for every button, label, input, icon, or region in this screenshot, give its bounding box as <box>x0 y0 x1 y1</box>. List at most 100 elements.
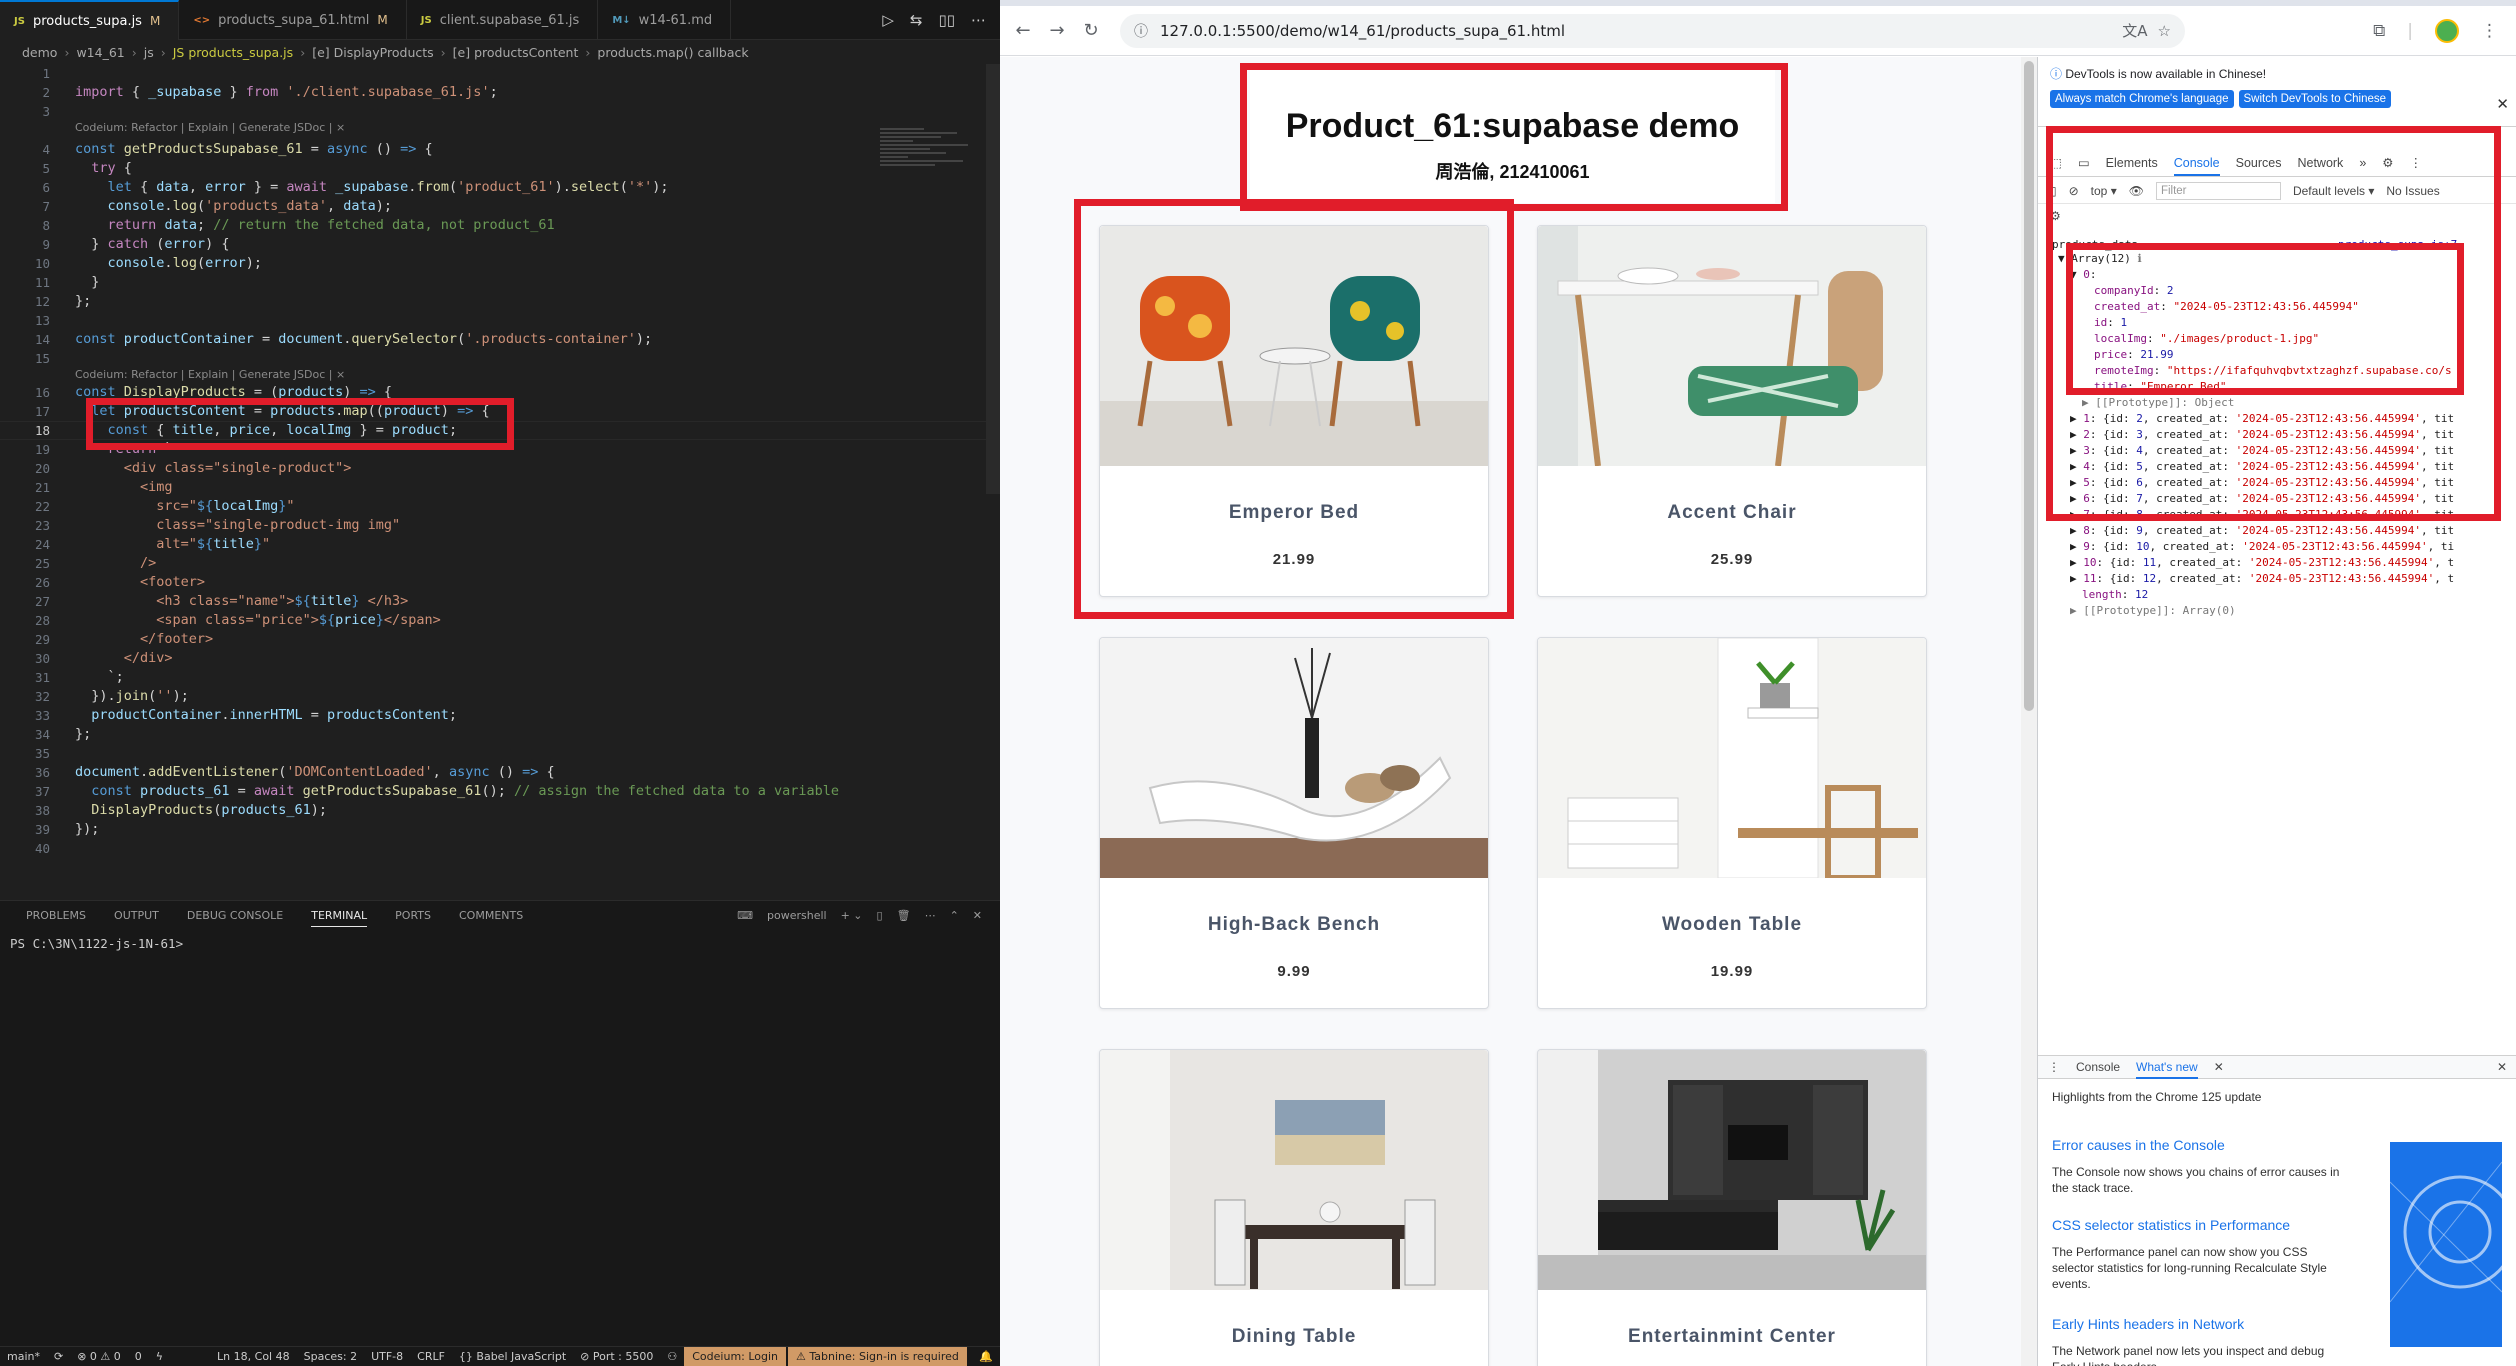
gear-icon[interactable]: ⚙ <box>2382 155 2393 170</box>
codeium-status[interactable]: Codeium: Login <box>684 1346 787 1366</box>
reload-icon[interactable]: ↻ <box>1074 20 1108 41</box>
forward-icon[interactable]: → <box>1040 20 1074 41</box>
tab-debug-console[interactable]: DEBUG CONSOLE <box>187 909 283 922</box>
tab-comments[interactable]: COMMENTS <box>459 909 523 922</box>
bookmark-star-icon[interactable]: ☆ <box>2158 22 2171 40</box>
terminal-shell-label[interactable]: powershell <box>767 909 827 922</box>
breadcrumb-item[interactable]: products.map() callback <box>597 45 748 60</box>
more-icon[interactable]: ⋯ <box>925 909 936 922</box>
close-tab-icon[interactable]: ✕ <box>2214 1060 2224 1074</box>
product-card[interactable]: Entertainmint Center <box>1537 1049 1927 1366</box>
breadcrumb-item[interactable]: js <box>144 45 154 60</box>
device-toggle-icon[interactable]: ▭ <box>2078 155 2090 170</box>
breadcrumb-item[interactable]: demo <box>22 45 57 60</box>
bell-icon[interactable]: 🔔 <box>972 1350 1000 1363</box>
ports-count[interactable]: 0 <box>128 1350 149 1363</box>
tab-console[interactable]: Console <box>2173 156 2220 176</box>
tab-w14-md[interactable]: M↓ w14-61.md <box>598 0 732 40</box>
extensions-icon[interactable]: ⧉ <box>2373 21 2385 41</box>
live-server-port[interactable]: ⊘ Port : 5500 <box>573 1350 660 1363</box>
whats-new-link[interactable]: Early Hints headers in Network <box>2052 1316 2244 1332</box>
whats-new-link[interactable]: CSS selector statistics in Performance <box>2052 1217 2290 1233</box>
match-language-button[interactable]: Always match Chrome's language <box>2050 90 2234 108</box>
tab-client-supabase-js[interactable]: JS client.supabase_61.js <box>407 0 599 40</box>
console-filter-input[interactable]: Filter <box>2155 181 2281 200</box>
tab-terminal[interactable]: TERMINAL <box>311 909 368 927</box>
minimap[interactable] <box>880 126 990 226</box>
close-icon[interactable]: ✕ <box>973 909 982 922</box>
chrome-menu-icon[interactable]: ⋮ <box>2481 21 2498 41</box>
compare-icon[interactable]: ⇆ <box>910 11 923 29</box>
profile-avatar[interactable] <box>2435 18 2459 43</box>
split-terminal-icon[interactable]: ▯ <box>877 909 883 922</box>
tab-problems[interactable]: PROBLEMS <box>26 909 86 922</box>
line-ending[interactable]: CRLF <box>410 1350 452 1363</box>
more-tabs-icon[interactable]: » <box>2359 156 2366 170</box>
more-icon[interactable]: ⋯ <box>971 11 986 29</box>
sidebar-icon[interactable]: ▯ <box>2050 184 2057 198</box>
tab-output[interactable]: OUTPUT <box>114 909 159 922</box>
site-info-icon[interactable]: ⓘ <box>1134 21 1148 41</box>
page-scrollbar[interactable] <box>2021 57 2037 1366</box>
copilot-icon[interactable]: ⚇ <box>660 1350 684 1363</box>
translate-icon[interactable]: 文A <box>2122 20 2147 41</box>
language-mode[interactable]: {} Babel JavaScript <box>452 1350 573 1363</box>
eye-icon[interactable]: 👁 <box>2129 184 2144 198</box>
product-name: Dining Table <box>1231 1326 1357 1347</box>
encoding[interactable]: UTF-8 <box>364 1350 410 1363</box>
drawer-tab-whats-new[interactable]: What's new <box>2136 1060 2198 1079</box>
issues-counter[interactable]: No Issues <box>2386 184 2439 198</box>
product-card[interactable]: Accent Chair 25.99 <box>1537 225 1927 597</box>
url-text: 127.0.0.1:5500/demo/w14_61/products_supa… <box>1160 21 1565 40</box>
tab-products-supa-html[interactable]: <> products_supa_61.html M <box>179 0 407 40</box>
tab-elements[interactable]: Elements <box>2106 156 2158 170</box>
split-editor-icon[interactable]: ▯▯ <box>938 11 955 29</box>
product-card[interactable]: Dining Table <box>1099 1049 1489 1366</box>
cursor-position[interactable]: Ln 18, Col 48 <box>210 1350 297 1363</box>
codeium-lens[interactable]: Codeium: Refactor | Explain | Generate J… <box>75 121 345 134</box>
context-selector[interactable]: top ▾ <box>2091 184 2117 198</box>
codeium-lens[interactable]: Codeium: Refactor | Explain | Generate J… <box>75 368 345 381</box>
tab-network[interactable]: Network <box>2297 156 2343 170</box>
tabnine-status[interactable]: ⚠ Tabnine: Sign-in is required <box>788 1346 967 1366</box>
log-levels-dropdown[interactable]: Default levels ▾ <box>2293 184 2374 198</box>
tab-products-supa-js[interactable]: JS products_supa.js M <box>0 0 180 40</box>
clear-console-icon[interactable]: ⊘ <box>2069 184 2079 198</box>
close-drawer-icon[interactable]: ✕ <box>2497 1060 2507 1074</box>
breadcrumb-item[interactable]: JS products_supa.js <box>173 45 293 60</box>
switch-chinese-button[interactable]: Switch DevTools to Chinese <box>2238 90 2392 108</box>
new-terminal-icon[interactable]: + ⌄ <box>841 909 863 922</box>
whats-new-body: The Console now shows you chains of erro… <box>2052 1165 2340 1195</box>
indentation[interactable]: Spaces: 2 <box>297 1350 364 1363</box>
product-card[interactable]: Wooden Table 19.99 <box>1537 637 1927 1009</box>
scrollbar-thumb[interactable] <box>2024 61 2034 711</box>
lightning-icon[interactable]: ϟ <box>149 1350 170 1363</box>
run-icon[interactable]: ▷ <box>882 11 894 29</box>
breadcrumb-item[interactable]: [e] productsContent <box>453 45 579 60</box>
trash-icon[interactable]: 🗑 <box>897 909 911 922</box>
tab-ports[interactable]: PORTS <box>395 909 431 922</box>
problems-count[interactable]: ⊗ 0 ⚠ 0 <box>70 1350 128 1363</box>
drawer-tab-console[interactable]: Console <box>2076 1060 2120 1074</box>
product-card[interactable]: High-Back Bench 9.99 <box>1099 637 1489 1009</box>
gear-icon[interactable]: ⚙ <box>2050 209 2061 223</box>
breadcrumb-item[interactable]: w14_61 <box>76 45 124 60</box>
tab-sources[interactable]: Sources <box>2236 156 2282 170</box>
close-icon[interactable]: ✕ <box>2496 95 2509 113</box>
sync-icon[interactable]: ⟳ <box>47 1350 70 1363</box>
breadcrumb-item[interactable]: [e] DisplayProducts <box>312 45 433 60</box>
source-link[interactable]: products_supa.js:7 <box>2338 238 2457 251</box>
terminal[interactable]: PS C:\3N\1122-js-1N-61> <box>0 930 1000 1350</box>
code-editor[interactable]: 1 2 import { _supabase } from './client.s… <box>0 64 1000 906</box>
console-output[interactable]: products_data products_supa.js:7 ▼ Array… <box>2038 237 2516 662</box>
editor-scrollbar[interactable] <box>986 64 1000 494</box>
product-card[interactable]: Emperor Bed 21.99 <box>1099 225 1489 597</box>
back-icon[interactable]: ← <box>1006 20 1040 41</box>
more-icon[interactable]: ⋮ <box>2409 155 2422 170</box>
drawer-menu-icon[interactable]: ⋮ <box>2048 1060 2060 1074</box>
maximize-icon[interactable]: ⌃ <box>950 909 959 922</box>
whats-new-link[interactable]: Error causes in the Console <box>2052 1137 2225 1153</box>
git-branch[interactable]: main* <box>0 1350 47 1363</box>
inspect-icon[interactable]: ⬚ <box>2050 155 2062 170</box>
address-bar[interactable]: ⓘ 127.0.0.1:5500/demo/w14_61/products_su… <box>1120 13 2185 48</box>
